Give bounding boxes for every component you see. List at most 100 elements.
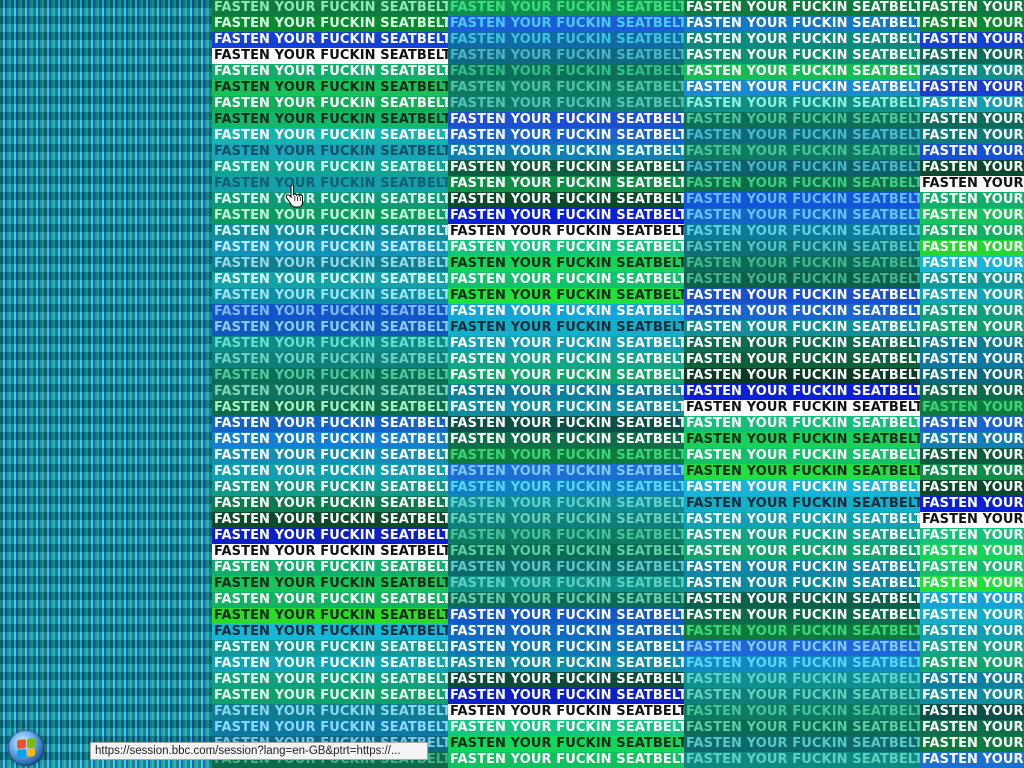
tile-text-row: FASTEN YOUR FUCKIN SEATBELTS <box>448 656 684 672</box>
tile-text-row: FASTEN YOUR FUCKIN SEATBELTS <box>920 464 1024 480</box>
tile-text-row: FASTEN YOUR FUCKIN SEATBELTS <box>448 144 684 160</box>
tile-text-row: FASTEN YOUR FUCKIN SEATBELTS <box>212 48 448 64</box>
tile-text-row: FASTEN YOUR FUCKIN SEATBELTS <box>684 144 920 160</box>
tile-text-row: FASTEN YOUR FUCKIN SEATBELTS <box>684 480 920 496</box>
tile-text-row: FASTEN YOUR FUCKIN SEATBELTS <box>684 544 920 560</box>
tile-text-row: FASTEN YOUR FUCKIN SEATBELTS <box>684 304 920 320</box>
tile-text-row: FASTEN YOUR FUCKIN SEATBELTS <box>448 384 684 400</box>
tile-text-row: FASTEN YOUR FUCKIN SEATBELTS <box>920 0 1024 16</box>
tile-text-row: FASTEN YOUR FUCKIN SEATBELTS <box>212 160 448 176</box>
tile-text-row: FASTEN YOUR FUCKIN SEATBELTS <box>448 240 684 256</box>
tile-text-row: FASTEN YOUR FUCKIN SEATBELTS <box>920 512 1024 528</box>
tile-text-row: FASTEN YOUR FUCKIN SEATBELTS <box>212 240 448 256</box>
tile-text-row: FASTEN YOUR FUCKIN SEATBELTS <box>448 592 684 608</box>
tile-text-row: FASTEN YOUR FUCKIN SEATBELTS <box>448 48 684 64</box>
tile-text-row: FASTEN YOUR FUCKIN SEATBELTS <box>448 368 684 384</box>
tile-text-row: FASTEN YOUR FUCKIN SEATBELTS <box>448 336 684 352</box>
tile-text-row: FASTEN YOUR FUCKIN SEATBELTS <box>684 560 920 576</box>
tile-text-row: FASTEN YOUR FUCKIN SEATBELTS <box>212 496 448 512</box>
tile-text-row: FASTEN YOUR FUCKIN SEATBELTS <box>920 480 1024 496</box>
tile-text-row: FASTEN YOUR FUCKIN SEATBELTS <box>920 720 1024 736</box>
tile-text-row: FASTEN YOUR FUCKIN SEATBELTS <box>448 112 684 128</box>
tile-text-row: FASTEN YOUR FUCKIN SEATBELTS <box>212 272 448 288</box>
tile-text-row: FASTEN YOUR FUCKIN SEATBELTS <box>920 704 1024 720</box>
tile-text-row: FASTEN YOUR FUCKIN SEATBELTS <box>684 176 920 192</box>
tile-text-row: FASTEN YOUR FUCKIN SEATBELTS <box>684 736 920 752</box>
tile-text-row: FASTEN YOUR FUCKIN SEATBELTS <box>684 688 920 704</box>
tile-text-row: FASTEN YOUR FUCKIN SEATBELTS <box>920 368 1024 384</box>
tile-text-row: FASTEN YOUR FUCKIN SEATBELTS <box>684 624 920 640</box>
tile-text-row: FASTEN YOUR FUCKIN SEATBELTS <box>920 560 1024 576</box>
tile-text-row: FASTEN YOUR FUCKIN SEATBELTS <box>920 592 1024 608</box>
tile-text-row: FASTEN YOUR FUCKIN SEATBELTS <box>920 416 1024 432</box>
tile-text-row: FASTEN YOUR FUCKIN SEATBELTS <box>212 464 448 480</box>
tile-text-row: FASTEN YOUR FUCKIN SEATBELTS <box>212 544 448 560</box>
tile-text-row: FASTEN YOUR FUCKIN SEATBELTS <box>448 688 684 704</box>
tile-text-row: FASTEN YOUR FUCKIN SEATBELTS <box>212 144 448 160</box>
tile-text-row: FASTEN YOUR FUCKIN SEATBELTS <box>448 448 684 464</box>
tile-text-row: FASTEN YOUR FUCKIN SEATBELTS <box>448 640 684 656</box>
tile-text-row: FASTEN YOUR FUCKIN SEATBELTS <box>684 656 920 672</box>
tile-text-row: FASTEN YOUR FUCKIN SEATBELTS <box>920 608 1024 624</box>
tile-text-row: FASTEN YOUR FUCKIN SEATBELTS <box>684 592 920 608</box>
tile-text-row: FASTEN YOUR FUCKIN SEATBELTS <box>920 176 1024 192</box>
tile-text-row: FASTEN YOUR FUCKIN SEATBELTS <box>448 528 684 544</box>
tile-text-row: FASTEN YOUR FUCKIN SEATBELTS <box>920 352 1024 368</box>
tile-text-row: FASTEN YOUR FUCKIN SEATBELTS <box>212 416 448 432</box>
tile-text-row: FASTEN YOUR FUCKIN SEATBELTS <box>684 192 920 208</box>
tile-text-row: FASTEN YOUR FUCKIN SEATBELTS <box>920 256 1024 272</box>
windows-logo-icon <box>17 738 35 758</box>
tile-text-row: FASTEN YOUR FUCKIN SEATBELTS <box>212 384 448 400</box>
tile-text-row: FASTEN YOUR FUCKIN SEATBELTS <box>920 160 1024 176</box>
tile-text-row: FASTEN YOUR FUCKIN SEATBELTS <box>448 352 684 368</box>
tile-text-row: FASTEN YOUR FUCKIN SEATBELTS <box>684 720 920 736</box>
tile-text-row: FASTEN YOUR FUCKIN SEATBELTS <box>212 0 448 16</box>
tile-text-row: FASTEN YOUR FUCKIN SEATBELTS <box>920 128 1024 144</box>
tile-text-row: FASTEN YOUR FUCKIN SEATBELTS <box>212 560 448 576</box>
tile-text-row: FASTEN YOUR FUCKIN SEATBELTS <box>684 448 920 464</box>
tile-text-row: FASTEN YOUR FUCKIN SEATBELTS <box>448 624 684 640</box>
tile-text-row: FASTEN YOUR FUCKIN SEATBELTS <box>212 432 448 448</box>
tile-text-row: FASTEN YOUR FUCKIN SEATBELTS <box>684 640 920 656</box>
tile-column-1: FASTEN YOUR FUCKIN SEATBELTS FASTEN YOUR … <box>212 0 448 768</box>
tile-text-row: FASTEN YOUR FUCKIN SEATBELTS <box>684 288 920 304</box>
tile-text-row: FASTEN YOUR FUCKIN SEATBELTS <box>920 640 1024 656</box>
tile-text-row: FASTEN YOUR FUCKIN SEATBELTS <box>448 128 684 144</box>
tile-text-row: FASTEN YOUR FUCKIN SEATBELTS <box>448 416 684 432</box>
tile-text-row: FASTEN YOUR FUCKIN SEATBELTS <box>684 352 920 368</box>
tile-text-row: FASTEN YOUR FUCKIN SEATBELTS <box>212 176 448 192</box>
tile-text-row: FASTEN YOUR FUCKIN SEATBELTS <box>684 160 920 176</box>
tile-text-row: FASTEN YOUR FUCKIN SEATBELTS <box>448 432 684 448</box>
tile-text-row: FASTEN YOUR FUCKIN SEATBELTS <box>684 80 920 96</box>
tile-text-row: FASTEN YOUR FUCKIN SEATBELTS <box>684 64 920 80</box>
tile-text-row: FASTEN YOUR FUCKIN SEATBELTS <box>920 496 1024 512</box>
tile-text-row: FASTEN YOUR FUCKIN SEATBELTS <box>684 224 920 240</box>
tile-text-row: FASTEN YOUR FUCKIN SEATBELTS <box>448 80 684 96</box>
tile-text-row: FASTEN YOUR FUCKIN SEATBELTS <box>212 320 448 336</box>
tile-text-row: FASTEN YOUR FUCKIN SEATBELTS <box>212 16 448 32</box>
status-bar-url: https://session.bbc.com/session?lang=en-… <box>90 742 428 760</box>
tile-text-row: FASTEN YOUR FUCKIN SEATBELTS <box>448 512 684 528</box>
tile-text-row: FASTEN YOUR FUCKIN SEATBELTS <box>448 704 684 720</box>
tile-text-row: FASTEN YOUR FUCKIN SEATBELTS <box>448 64 684 80</box>
tile-text-row: FASTEN YOUR FUCKIN SEATBELTS <box>920 16 1024 32</box>
tile-text-row: FASTEN YOUR FUCKIN SEATBELTS <box>448 480 684 496</box>
tile-text-row: FASTEN YOUR FUCKIN SEATBELTS <box>448 608 684 624</box>
tile-text-row: FASTEN YOUR FUCKIN SEATBELTS <box>684 16 920 32</box>
tile-text-row: FASTEN YOUR FUCKIN SEATBELTS <box>212 64 448 80</box>
tile-text-row: FASTEN YOUR FUCKIN SEATBELTS <box>684 512 920 528</box>
tile-text-row: FASTEN YOUR FUCKIN SEATBELTS <box>920 576 1024 592</box>
tile-text-row: FASTEN YOUR FUCKIN SEATBELTS <box>920 224 1024 240</box>
tile-text-row: FASTEN YOUR FUCKIN SEATBELTS <box>920 144 1024 160</box>
tile-text-row: FASTEN YOUR FUCKIN SEATBELTS <box>448 96 684 112</box>
tile-text-row: FASTEN YOUR FUCKIN SEATBELTS <box>448 560 684 576</box>
tile-text-row: FASTEN YOUR FUCKIN SEATBELTS <box>920 400 1024 416</box>
tile-text-row: FASTEN YOUR FUCKIN SEATBELTS <box>448 672 684 688</box>
tile-text-row: FASTEN YOUR FUCKIN SEATBELTS <box>448 720 684 736</box>
tile-text-row: FASTEN YOUR FUCKIN SEATBELTS <box>684 608 920 624</box>
tile-text-row: FASTEN YOUR FUCKIN SEATBELTS <box>212 656 448 672</box>
tile-text-row: FASTEN YOUR FUCKIN SEATBELTS <box>920 208 1024 224</box>
start-button[interactable] <box>8 730 44 766</box>
tile-text-row: FASTEN YOUR FUCKIN SEATBELTS <box>684 704 920 720</box>
tile-text-row: FASTEN YOUR FUCKIN SEATBELTS <box>212 128 448 144</box>
